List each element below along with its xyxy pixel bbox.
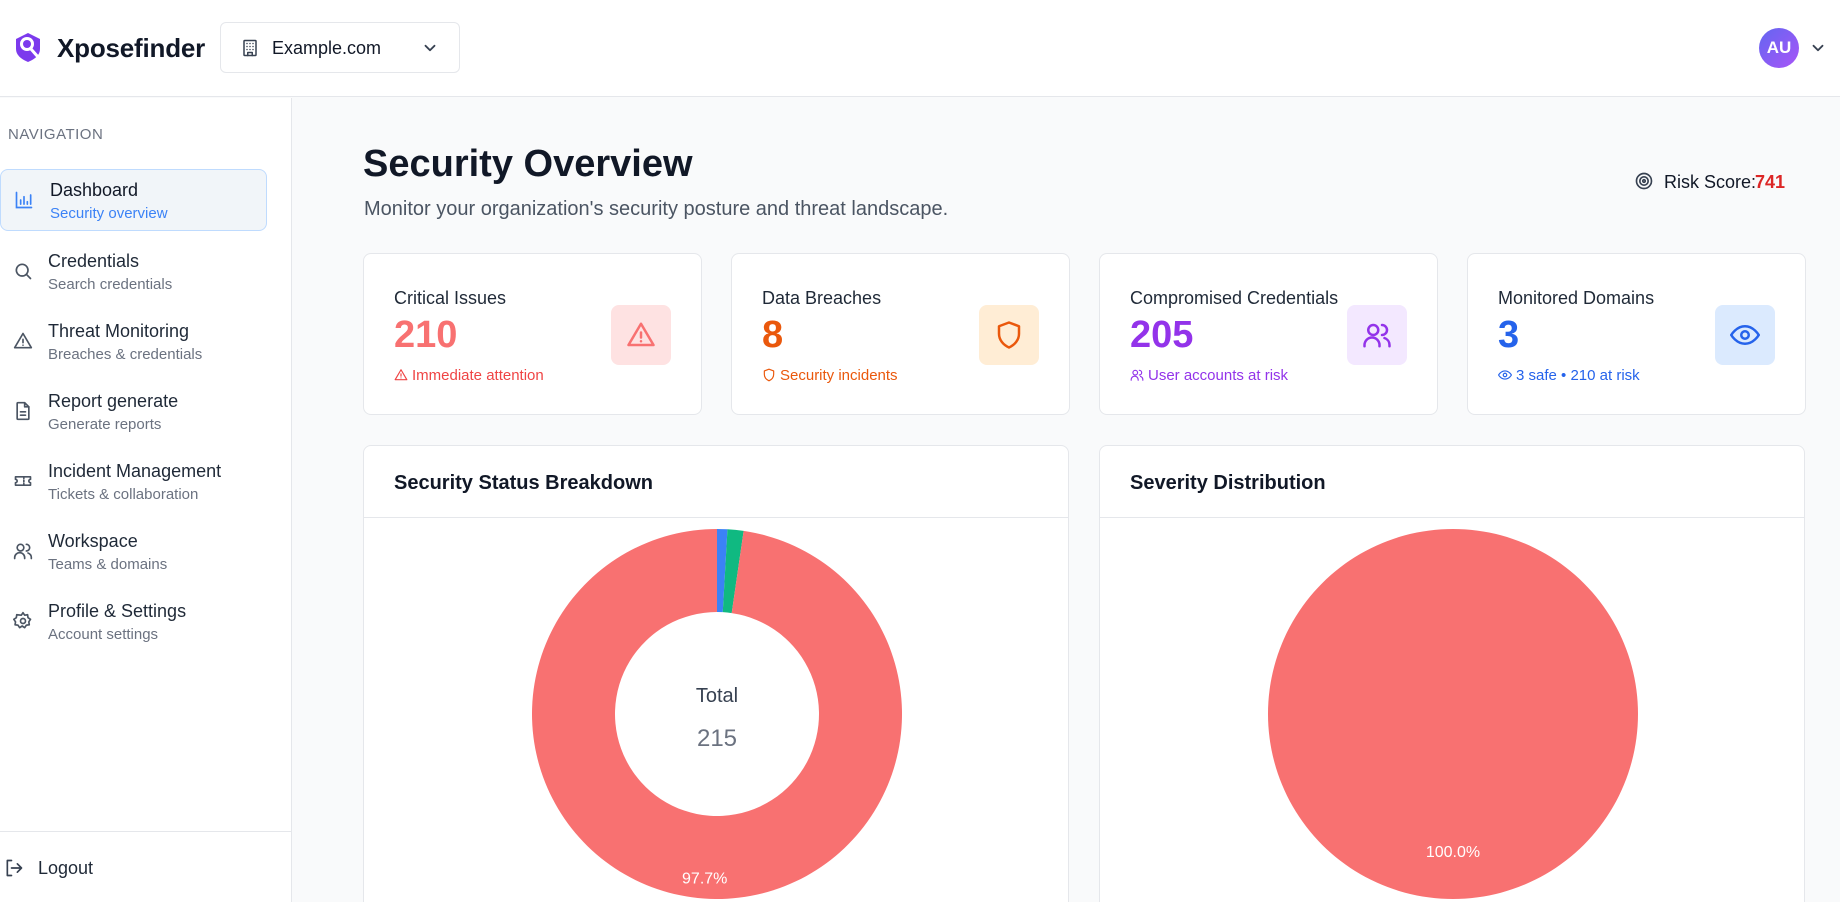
sidebar-item-report-generate[interactable]: Report generate Generate reports <box>0 381 267 443</box>
stat-card-note-text: Security incidents <box>780 367 898 384</box>
sidebar-item-title: Threat Monitoring <box>48 321 190 341</box>
sidebar-item-subtitle: Search credentials <box>48 276 173 293</box>
document-icon <box>16 401 30 421</box>
user-avatar[interactable]: AU <box>1759 28 1799 68</box>
sidebar: NAVIGATION Dashboard Security overview C… <box>0 98 292 902</box>
sidebar-item-title: Dashboard <box>50 180 139 200</box>
stat-card-value: 8 <box>762 314 784 356</box>
page-subtitle: Monitor your organization's security pos… <box>364 198 949 220</box>
security-status-donut-chart: 97.7% Total 215 <box>532 529 903 899</box>
chevron-down-icon <box>424 44 436 52</box>
sidebar-item-threat-monitoring[interactable]: Threat Monitoring Breaches & credentials <box>0 311 267 373</box>
stat-card-compromised-credentials[interactable]: Compromised Credentials 205 User account… <box>1099 253 1438 415</box>
panel-header: Security Status Breakdown <box>364 446 1068 518</box>
page-title: Security Overview <box>363 143 693 185</box>
stat-card-note: 3 safe • 210 at risk <box>1497 367 1640 384</box>
search-icon <box>15 263 32 280</box>
sidebar-item-credentials[interactable]: Credentials Search credentials <box>0 241 267 303</box>
panel-title: Severity Distribution <box>1130 472 1326 494</box>
users-icon <box>1363 323 1391 348</box>
stat-card-data-breaches[interactable]: Data Breaches 8 Security incidents <box>731 253 1070 415</box>
stat-card-badge <box>1715 305 1775 365</box>
warning-icon <box>13 332 33 349</box>
stat-card-badge <box>1347 305 1407 365</box>
stat-card-badge <box>611 305 671 365</box>
stat-card-badge <box>979 305 1039 365</box>
stat-card-note-text: Immediate attention <box>412 367 544 384</box>
shield-icon <box>763 368 775 382</box>
donut-center-value: 215 <box>697 725 737 752</box>
logout-icon <box>6 859 23 877</box>
sidebar-item-title: Report generate <box>48 391 179 411</box>
stat-card-value: 3 <box>1498 314 1520 356</box>
domain-selector[interactable]: Example.com <box>220 22 460 73</box>
panel-title: Security Status Breakdown <box>394 472 653 494</box>
sidebar-item-subtitle: Security overview <box>50 205 168 222</box>
risk-score-label: Risk Score: <box>1664 172 1757 192</box>
stat-card-title: Data Breaches <box>762 288 882 308</box>
stat-card-note: Immediate attention <box>394 367 544 384</box>
top-header: Xposefinder Example.com AU <box>0 0 1840 97</box>
domain-selector-value: Example.com <box>272 38 382 58</box>
nav-heading: NAVIGATION <box>8 126 104 143</box>
eye-icon <box>1497 370 1513 380</box>
users-icon <box>1130 369 1144 381</box>
building-icon <box>243 39 257 57</box>
sidebar-item-subtitle: Breaches & credentials <box>48 346 203 363</box>
risk-score-value: 741 <box>1755 172 1786 192</box>
stat-card-value: 210 <box>394 314 458 356</box>
logout-button[interactable]: Logout <box>0 854 200 884</box>
stat-card-title: Compromised Credentials <box>1130 288 1339 308</box>
panel-header: Severity Distribution <box>1100 446 1804 518</box>
logout-label: Logout <box>38 858 94 878</box>
sidebar-item-workspace[interactable]: Workspace Teams & domains <box>0 521 267 583</box>
sidebar-item-dashboard[interactable]: Dashboard Security overview <box>0 169 267 231</box>
target-icon <box>1635 172 1653 190</box>
gear-icon <box>13 611 32 629</box>
sidebar-item-subtitle: Tickets & collaboration <box>48 486 199 503</box>
users-icon <box>13 543 33 560</box>
panel-security-status-breakdown: Security Status Breakdown 97.7% Total 215 <box>363 445 1069 902</box>
alert-triangle-icon <box>394 369 408 381</box>
slice-data-label: 97.7% <box>682 871 727 888</box>
alert-triangle-icon <box>627 322 655 347</box>
sidebar-item-title: Profile & Settings <box>48 601 187 621</box>
stat-card-note-text: User accounts at risk <box>1148 367 1289 384</box>
stat-card-note-text: 3 safe • 210 at risk <box>1516 367 1640 384</box>
panel-severity-distribution: Severity Distribution 100.0% <box>1099 445 1805 902</box>
severity-pie-chart: 100.0% <box>1267 529 1638 899</box>
stat-card-critical-issues[interactable]: Critical Issues 210 Immediate attention <box>363 253 702 415</box>
donut-center-label: Total <box>696 685 738 707</box>
sidebar-item-subtitle: Account settings <box>48 626 159 643</box>
sidebar-item-title: Workspace <box>48 531 138 551</box>
stat-card-note: User accounts at risk <box>1130 367 1288 384</box>
shield-icon <box>997 321 1021 349</box>
stat-card-value: 205 <box>1130 314 1194 356</box>
sidebar-item-title: Credentials <box>48 251 140 271</box>
slice-data-label: 100.0% <box>1426 844 1480 861</box>
stat-card-note: Security incidents <box>762 367 898 384</box>
sidebar-divider <box>0 831 292 832</box>
eye-icon <box>1730 324 1760 346</box>
sidebar-item-title: Incident Management <box>48 461 222 481</box>
stat-card-title: Critical Issues <box>394 288 507 308</box>
sidebar-item-subtitle: Generate reports <box>48 416 162 433</box>
bar-chart-icon <box>15 191 33 209</box>
pie-slice[interactable] <box>532 529 903 899</box>
brand-name[interactable]: Xposefinder <box>57 33 205 64</box>
sidebar-item-subtitle: Teams & domains <box>48 556 168 573</box>
stat-card-monitored-domains[interactable]: Monitored Domains 3 3 safe • 210 at risk <box>1467 253 1806 415</box>
xposefinder-logo-icon[interactable] <box>10 29 46 65</box>
chevron-down-icon[interactable] <box>1809 39 1827 57</box>
stat-card-title: Monitored Domains <box>1498 288 1655 308</box>
sidebar-item-incident-management[interactable]: Incident Management Tickets & collaborat… <box>0 451 267 513</box>
ticket-icon <box>14 476 32 486</box>
sidebar-item-profile-settings[interactable]: Profile & Settings Account settings <box>0 591 267 653</box>
